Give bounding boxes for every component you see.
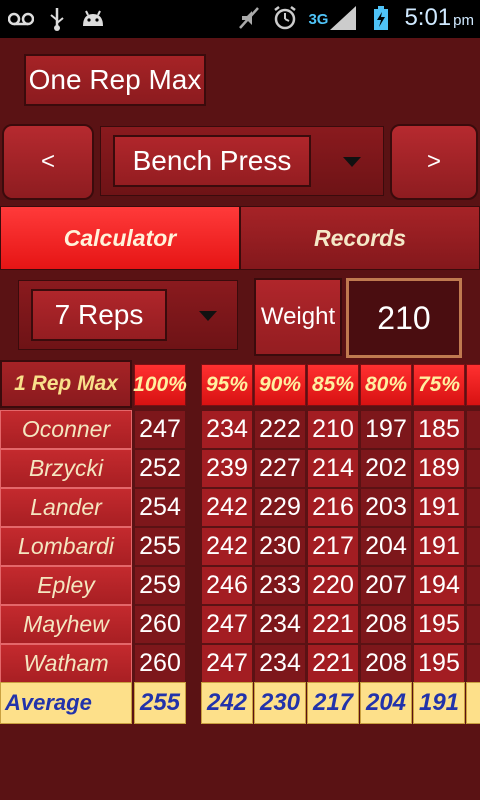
table-cell: 197 [360,410,412,449]
table-cell: 247 [201,605,253,644]
android-icon [80,6,106,32]
table-cell: 255 [134,527,186,566]
table-cell: 191 [413,527,465,566]
table-header-cell: 85% [307,364,359,406]
table-cell: 247 [201,644,253,683]
table-cell: 189 [413,449,465,488]
table-cell: 1 [466,566,480,605]
table-cell: 1 [466,605,480,644]
table-cell: 234 [254,605,306,644]
reps-selected: 7 Reps [31,289,167,341]
table-cell: 221 [307,605,359,644]
weight-label: Weight [254,278,342,356]
table-cell: 1 [466,527,480,566]
network-type: 3G [308,11,329,28]
clock-time: 5:01 [404,4,452,31]
table-cell: 229 [254,488,306,527]
average-cell: 255 [134,682,186,724]
average-cell: 1 [466,682,480,724]
table-cell: 246 [201,566,253,605]
table-header-cell: 75% [413,364,465,406]
table-cell: 195 [413,644,465,683]
table-cell: 259 [134,566,186,605]
formula-label: Watham [0,644,132,683]
formula-label: Brzycki [0,449,132,488]
alarm-icon [272,5,298,31]
table-cell: 208 [360,605,412,644]
average-cell: 191 [413,682,465,724]
table-cell: 252 [134,449,186,488]
table-cell: 234 [201,410,253,449]
clock-ampm: pm [453,12,474,29]
table-cell: 260 [134,605,186,644]
table-cell: 239 [201,449,253,488]
average-cell: 217 [307,682,359,724]
table-cell: 207 [360,566,412,605]
table-cell: 210 [307,410,359,449]
table-cell: 203 [360,488,412,527]
table-header-cell: 90% [254,364,306,406]
status-bar: 3G 5:01 pm [0,0,480,38]
signal-icon: 3G [308,5,358,31]
clock: 5:01 pm [404,4,474,32]
table-header-cell: 7 [466,364,480,406]
table-cell: 242 [201,488,253,527]
average-cell: 230 [254,682,306,724]
exercise-spinner[interactable]: Bench Press [100,126,384,196]
formula-label: Lander [0,488,132,527]
table-cell: 191 [413,488,465,527]
mute-icon [236,5,262,31]
table-cell: 254 [134,488,186,527]
chevron-down-icon [343,157,361,167]
average-label: Average [0,682,132,724]
usb-icon [44,6,70,32]
chevron-down-icon [199,311,217,321]
table-cell: 227 [254,449,306,488]
app-title: One Rep Max [24,54,206,106]
table-cell: 233 [254,566,306,605]
table-cell: 204 [360,527,412,566]
table-cell: 260 [134,644,186,683]
table-cell: 230 [254,527,306,566]
table-cell: 247 [134,410,186,449]
table-cell: 216 [307,488,359,527]
results-table: 1 Rep Max100%95%90%85%80%75%7Oconner2472… [0,360,480,726]
voicemail-icon [8,6,34,32]
table-cell: 194 [413,566,465,605]
table-cell: 195 [413,605,465,644]
formula-label: Lombardi [0,527,132,566]
table-cell: 1 [466,449,480,488]
table-cell: 1 [466,644,480,683]
battery-charging-icon [368,5,394,31]
formula-label: Mayhew [0,605,132,644]
table-cell: 221 [307,644,359,683]
table-header-cell: 100% [133,364,187,406]
table-cell: 222 [254,410,306,449]
previous-exercise-button[interactable]: < [2,124,94,200]
tab-calculator[interactable]: Calculator [0,206,240,270]
table-header-cell: 95% [201,364,253,406]
table-cell: 217 [307,527,359,566]
reps-spinner[interactable]: 7 Reps [18,280,238,350]
table-cell: 202 [360,449,412,488]
formula-label: Epley [0,566,132,605]
weight-input[interactable]: 210 [346,278,462,358]
table-cell: 214 [307,449,359,488]
table-header-cell: 80% [360,364,412,406]
table-cell: 1 [466,488,480,527]
table-cell: 220 [307,566,359,605]
table-cell: 185 [413,410,465,449]
formula-label: Oconner [0,410,132,449]
table-cell: 208 [360,644,412,683]
average-cell: 242 [201,682,253,724]
table-header-label: 1 Rep Max [0,360,132,408]
average-cell: 204 [360,682,412,724]
exercise-selected: Bench Press [113,135,311,187]
table-cell: 242 [201,527,253,566]
tab-records[interactable]: Records [240,206,480,270]
next-exercise-button[interactable]: > [390,124,478,200]
table-cell: 1 [466,410,480,449]
table-cell: 234 [254,644,306,683]
